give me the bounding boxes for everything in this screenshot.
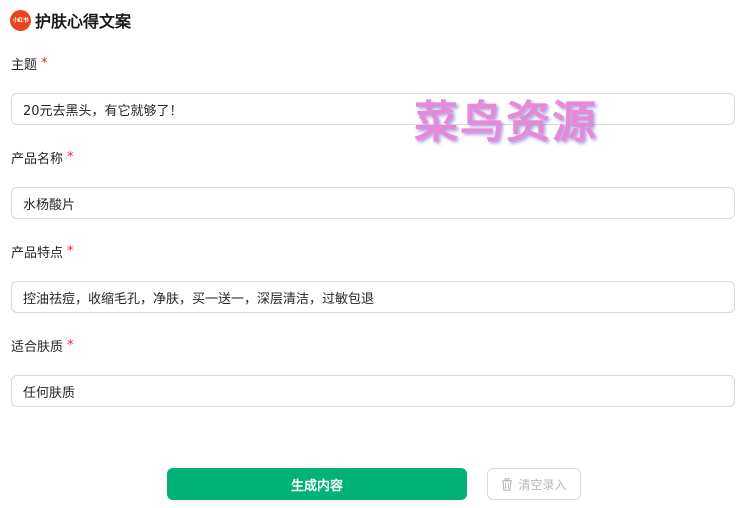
field-label-text: 适合肤质 xyxy=(11,340,64,355)
required-mark: * xyxy=(67,244,74,259)
required-mark: * xyxy=(67,150,74,165)
field-label-text: 产品特点 xyxy=(11,246,64,261)
product-features-input[interactable]: 控油祛痘，收缩毛孔，净肤，买一送一，深层清洁，过敏包退 xyxy=(11,281,735,313)
required-mark: * xyxy=(41,56,48,71)
header: 小红书 护肤心得文案 xyxy=(10,8,131,32)
required-mark: * xyxy=(67,338,74,353)
page-title: 护肤心得文案 xyxy=(35,12,132,31)
field-label-product-features: 产品特点 * xyxy=(11,242,74,261)
page: 小红书 护肤心得文案 主题 * 20元去黑头，有它就够了！ 产品名称 * 水杨酸… xyxy=(0,0,751,508)
field-label-topic: 主题 * xyxy=(11,54,48,73)
skin-type-input[interactable]: 任何肤质 xyxy=(11,375,735,407)
field-label-text: 主题 xyxy=(11,58,38,73)
topic-input[interactable]: 20元去黑头，有它就够了！ xyxy=(11,93,735,125)
trash-icon xyxy=(501,477,513,491)
clear-input-button[interactable]: 清空录入 xyxy=(487,468,581,500)
clear-input-label: 清空录入 xyxy=(518,477,567,492)
field-label-product-name: 产品名称 * xyxy=(11,148,74,167)
field-label-text: 产品名称 xyxy=(11,152,64,167)
product-name-input[interactable]: 水杨酸片 xyxy=(11,187,735,219)
app-logo: 小红书 xyxy=(10,9,31,31)
field-label-skin-type: 适合肤质 * xyxy=(11,336,74,355)
generate-content-button[interactable]: 生成内容 xyxy=(167,468,467,500)
